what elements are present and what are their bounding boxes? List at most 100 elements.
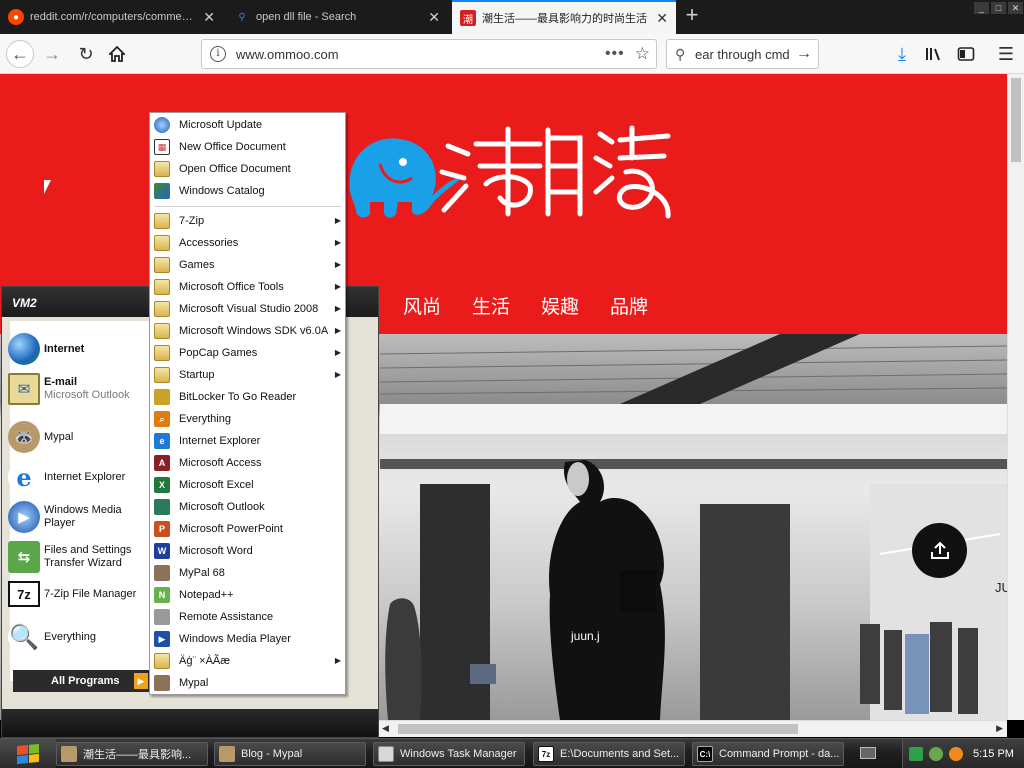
search-icon: ⚲ bbox=[675, 45, 686, 62]
program-item[interactable]: BitLocker To Go Reader bbox=[150, 386, 345, 408]
close-icon[interactable]: ✕ bbox=[1008, 2, 1023, 14]
program-item[interactable]: A Microsoft Access bbox=[150, 452, 345, 474]
url-bar[interactable]: i www.ommoo.com ••• ☆ bbox=[201, 39, 657, 69]
security-icon[interactable] bbox=[929, 747, 943, 761]
clock[interactable]: 5:15 PM bbox=[973, 748, 1014, 760]
scroll-right-icon[interactable]: ▶ bbox=[996, 723, 1003, 734]
start-item-ie[interactable]: e Internet Explorer bbox=[8, 461, 148, 493]
taskbar-item-ommoo[interactable]: 潮生活——最具影响... bbox=[56, 742, 208, 766]
back-icon[interactable]: ← bbox=[6, 40, 34, 68]
program-item[interactable]: PopCap Games ▶ bbox=[150, 342, 345, 364]
home-icon[interactable] bbox=[103, 40, 131, 68]
network-icon[interactable] bbox=[909, 747, 923, 761]
start-item-mypal[interactable]: 🦝 Mypal bbox=[8, 421, 148, 453]
start-item-transfer-wizard[interactable]: ⇆ Files and Settings Transfer Wizard bbox=[8, 541, 148, 573]
program-item[interactable]: ▶ Windows Media Player bbox=[150, 628, 345, 650]
close-tab-icon[interactable]: ✕ bbox=[656, 10, 668, 27]
program-item[interactable]: Startup ▶ bbox=[150, 364, 345, 386]
download-icon[interactable]: ⤓ bbox=[888, 40, 916, 68]
program-item[interactable]: Mypal bbox=[150, 672, 345, 694]
start-item-email[interactable]: ✉ E-mail Microsoft Outlook bbox=[8, 373, 148, 405]
search-text[interactable]: ear through cmd bbox=[695, 47, 790, 62]
nav-entertainment[interactable]: 娱趣 bbox=[541, 292, 579, 319]
program-item[interactable]: W Microsoft Word bbox=[150, 540, 345, 562]
everything-tray-icon[interactable] bbox=[949, 747, 963, 761]
program-label: Notepad++ bbox=[179, 589, 234, 601]
program-item[interactable]: Microsoft Visual Studio 2008 ▶ bbox=[150, 298, 345, 320]
library-icon[interactable] bbox=[920, 40, 948, 68]
program-item[interactable]: P Microsoft PowerPoint bbox=[150, 518, 345, 540]
close-tab-icon[interactable]: ✕ bbox=[428, 9, 440, 26]
tab-reddit[interactable]: ● reddit.com/r/computers/comments/... ✕ bbox=[0, 0, 223, 34]
go-arrow-icon[interactable]: → bbox=[796, 45, 812, 63]
minimize-icon[interactable]: _ bbox=[974, 2, 989, 14]
program-item[interactable]: Microsoft Office Tools ▶ bbox=[150, 276, 345, 298]
program-item[interactable]: Games ▶ bbox=[150, 254, 345, 276]
arrow-right-icon: ▶ bbox=[134, 673, 148, 689]
program-open-office-document[interactable]: Open Office Document bbox=[150, 158, 345, 180]
more-icon[interactable]: ••• bbox=[605, 45, 625, 63]
program-item[interactable]: Remote Assistance bbox=[150, 606, 345, 628]
start-item-internet[interactable]: Internet bbox=[8, 333, 148, 365]
7zip-icon: 7z bbox=[538, 746, 554, 762]
share-upload-button[interactable] bbox=[912, 523, 967, 578]
taskbar-item-label: 潮生活——最具影响... bbox=[83, 749, 192, 761]
program-item[interactable]: Microsoft Windows SDK v6.0A ▶ bbox=[150, 320, 345, 342]
scroll-thumb[interactable] bbox=[398, 724, 798, 734]
horizontal-scrollbar[interactable]: ◀ ▶ bbox=[378, 720, 1007, 737]
program-item[interactable]: N Notepad++ bbox=[150, 584, 345, 606]
bitlocker-icon bbox=[154, 389, 170, 405]
keyboard-icon[interactable] bbox=[860, 747, 876, 759]
all-programs-button[interactable]: All Programs ▶ bbox=[13, 670, 150, 692]
program-label: Windows Catalog bbox=[179, 185, 265, 197]
scroll-thumb[interactable] bbox=[1011, 78, 1021, 162]
tab-search[interactable]: ⚲ open dll file - Search ✕ bbox=[226, 0, 448, 34]
search-bar[interactable]: ⚲ ear through cmd → bbox=[666, 39, 819, 69]
program-item[interactable]: Accessories ▶ bbox=[150, 232, 345, 254]
scroll-left-icon[interactable]: ◀ bbox=[382, 723, 389, 734]
program-label: 7-Zip bbox=[179, 215, 205, 227]
start-item-7zip[interactable]: 7z 7-Zip File Manager bbox=[8, 581, 148, 607]
close-tab-icon[interactable]: ✕ bbox=[203, 9, 215, 26]
program-microsoft-update[interactable]: Microsoft Update bbox=[150, 114, 345, 136]
info-icon[interactable]: i bbox=[210, 46, 226, 62]
program-item[interactable]: e Internet Explorer bbox=[150, 430, 345, 452]
program-item[interactable]: X Microsoft Excel bbox=[150, 474, 345, 496]
submenu-arrow-icon: ▶ bbox=[334, 348, 341, 357]
menu-icon[interactable]: ☰ bbox=[992, 40, 1020, 68]
office-new-icon: ▦ bbox=[154, 139, 170, 155]
start-item-everything[interactable]: 🔍 Everything bbox=[8, 621, 148, 653]
start-button[interactable] bbox=[0, 739, 56, 768]
start-item-wmp[interactable]: ▶ Windows Media Player bbox=[8, 501, 148, 533]
submenu-arrow-icon: ▶ bbox=[334, 282, 341, 291]
nav-brand[interactable]: 品牌 bbox=[610, 292, 648, 319]
vertical-scrollbar[interactable] bbox=[1007, 74, 1024, 720]
program-item[interactable]: Microsoft Outlook bbox=[150, 496, 345, 518]
submenu-arrow-icon: ▶ bbox=[334, 326, 341, 335]
program-new-office-document[interactable]: ▦ New Office Document bbox=[150, 136, 345, 158]
program-item[interactable]: MyPal 68 bbox=[150, 562, 345, 584]
program-item[interactable]: Äģ¨ ×ÀÃæ ▶ bbox=[150, 650, 345, 672]
tab-ommoo[interactable]: 潮 潮生活——最具影响力的时尚生活 ✕ bbox=[452, 0, 676, 34]
program-label: Games bbox=[179, 259, 215, 271]
transfer-wizard-icon: ⇆ bbox=[8, 541, 40, 573]
taskbar-item-blog[interactable]: Blog - Mypal bbox=[214, 742, 366, 766]
sidebar-icon[interactable] bbox=[952, 40, 980, 68]
program-item[interactable]: 7-Zip ▶ bbox=[150, 210, 345, 232]
taskbar-item-task-manager[interactable]: Windows Task Manager bbox=[373, 742, 525, 766]
taskbar-item-7zip[interactable]: 7z E:\Documents and Set... bbox=[533, 742, 685, 766]
upload-icon bbox=[930, 541, 949, 559]
restore-icon[interactable]: □ bbox=[991, 2, 1006, 14]
bookmark-star-icon[interactable]: ☆ bbox=[635, 44, 650, 64]
new-tab-button[interactable]: + bbox=[680, 4, 704, 28]
nav-life[interactable]: 生活 bbox=[472, 292, 510, 319]
nav-fashion[interactable]: 风尚 bbox=[403, 292, 441, 319]
folder-icon bbox=[154, 301, 170, 317]
forward-icon[interactable]: → bbox=[38, 40, 66, 68]
program-item[interactable]: ⌕ Everything bbox=[150, 408, 345, 430]
ie-icon: e bbox=[154, 433, 170, 449]
taskbar-item-cmd[interactable]: C:\ Command Prompt - da... bbox=[692, 742, 844, 766]
reload-icon[interactable]: ↻ bbox=[72, 40, 100, 68]
url-text[interactable]: www.ommoo.com bbox=[236, 47, 605, 62]
program-windows-catalog[interactable]: Windows Catalog bbox=[150, 180, 345, 202]
